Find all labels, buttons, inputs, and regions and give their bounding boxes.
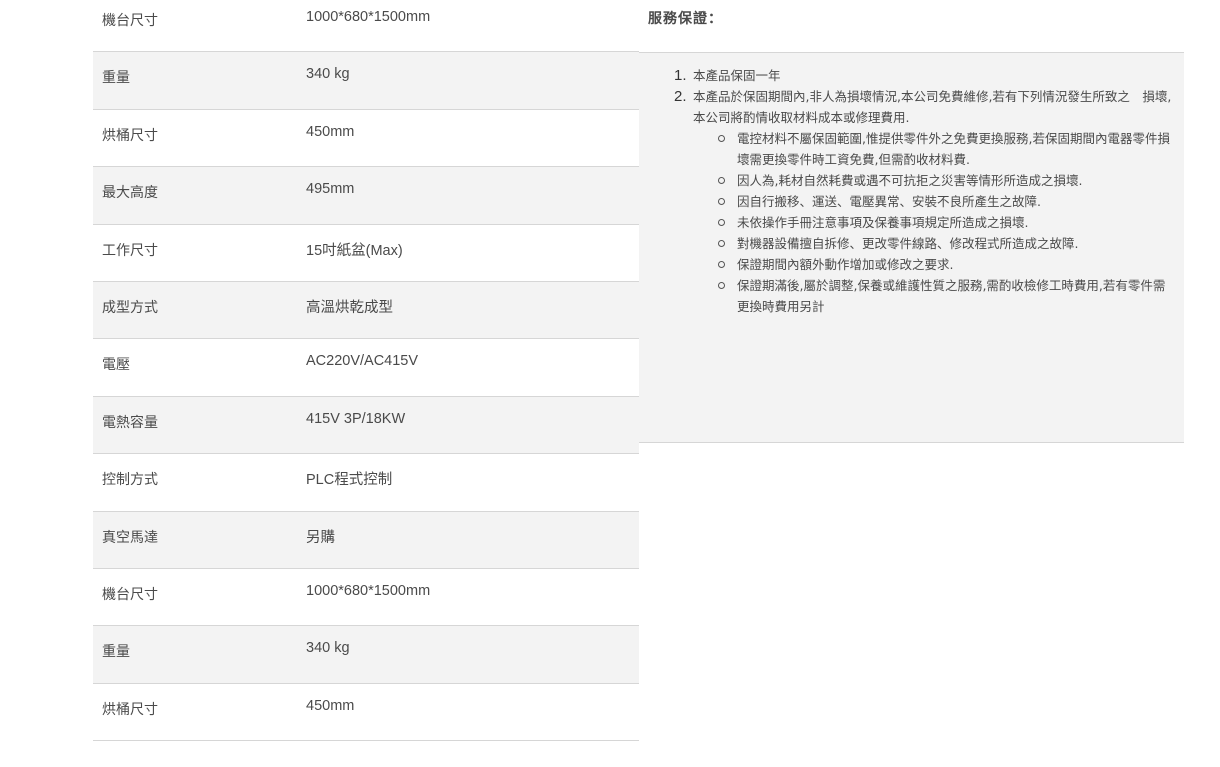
spec-value: 15吋紙盆(Max) <box>306 242 403 259</box>
spec-label: 烘桶尺寸 <box>102 701 158 718</box>
spec-value: 495mm <box>306 181 355 198</box>
warranty-term: 1. 本產品保固一年 <box>674 65 1174 86</box>
exclusion-text: 保證期滿後,屬於調整,保養或維護性質之服務,需酌收檢修工時費用,若有零件需更換時… <box>737 278 1166 314</box>
circle-bullet-icon <box>718 282 725 289</box>
spec-value: AC220V/AC415V <box>306 353 419 370</box>
term-number: 2. <box>674 88 687 105</box>
circle-bullet-icon <box>718 261 725 268</box>
circle-bullet-icon <box>718 135 725 142</box>
spec-row: 機台尺寸 1000*680*1500mm <box>93 0 639 53</box>
term-text: 本產品保固一年 <box>693 68 781 83</box>
spec-value: 高溫烘乾成型 <box>306 299 393 316</box>
spec-label: 成型方式 <box>102 299 158 316</box>
spec-row: 烘桶尺寸 450mm <box>93 684 639 742</box>
spec-value: 450mm <box>306 697 355 714</box>
spec-value: 另購 <box>306 529 335 546</box>
spec-value: 1000*680*1500mm <box>306 582 431 599</box>
spec-value: 340 kg <box>306 640 350 657</box>
spec-label: 機台尺寸 <box>102 586 158 603</box>
exclusion-item: 保證期間內額外動作增加或修改之要求. <box>718 254 1177 275</box>
spec-table: 機台尺寸 1000*680*1500mm 重量 340 kg 烘桶尺寸 450m… <box>93 0 639 742</box>
exclusion-item: 因自行搬移、運送、電壓異常、安裝不良所產生之故障. <box>718 191 1177 212</box>
spec-label: 烘桶尺寸 <box>102 127 158 144</box>
circle-bullet-icon <box>718 240 725 247</box>
spec-row: 烘桶尺寸 450mm <box>93 110 639 168</box>
circle-bullet-icon <box>718 177 725 184</box>
spec-label: 重量 <box>102 644 130 661</box>
spec-row: 重量 340 kg <box>93 626 639 684</box>
spec-label: 電壓 <box>102 357 130 374</box>
spec-label: 真空馬達 <box>102 529 158 546</box>
exclusion-text: 因自行搬移、運送、電壓異常、安裝不良所產生之故障. <box>737 194 1041 209</box>
exclusion-item: 未依操作手冊注意事項及保養事項規定所造成之損壞. <box>718 212 1177 233</box>
circle-bullet-icon <box>718 198 725 205</box>
spec-row: 最大高度 495mm <box>93 167 639 225</box>
spec-value: PLC程式控制 <box>306 472 393 489</box>
spec-label: 重量 <box>102 70 130 87</box>
warranty-panel: 1. 本產品保固一年 2. 本產品於保固期間內,非人為損壞情況,本公司免費維修,… <box>639 52 1184 443</box>
spec-value: 450mm <box>306 123 355 140</box>
spec-row: 電熱容量 415V 3P/18KW <box>93 396 639 455</box>
spec-row: 工作尺寸 15吋紙盆(Max) <box>93 225 639 282</box>
exclusion-text: 保證期間內額外動作增加或修改之要求. <box>737 257 954 272</box>
warranty-term: 2. 本產品於保固期間內,非人為損壞情況,本公司免費維修,若有下列情況發生所致之… <box>674 86 1174 317</box>
spec-label: 工作尺寸 <box>102 242 158 259</box>
spec-value: 1000*680*1500mm <box>306 9 431 25</box>
warranty-section: 服務保證： 1. 本產品保固一年 2. 本產品於保固期間內,非人為損壞情況,本公… <box>639 0 1184 444</box>
term-text: 本產品於保固期間內,非人為損壞情況,本公司免費維修,若有下列情況發生所致之 損壞… <box>693 89 1172 125</box>
warranty-title: 服務保證： <box>648 11 723 27</box>
spec-row: 重量 340 kg <box>93 52 639 110</box>
spec-label: 控制方式 <box>102 472 158 489</box>
spec-row: 機台尺寸 1000*680*1500mm <box>93 569 639 627</box>
spec-label: 最大高度 <box>102 185 158 202</box>
exclusion-text: 對機器設備擅自拆修、更改零件線路、修改程式所造成之故障. <box>737 236 1079 251</box>
spec-row: 真空馬達 另購 <box>93 511 639 569</box>
exclusion-text: 因人為,耗材自然耗費或遇不可抗拒之災害等情形所造成之損壞. <box>737 173 1083 188</box>
warranty-terms-list: 1. 本產品保固一年 2. 本產品於保固期間內,非人為損壞情況,本公司免費維修,… <box>674 65 1174 317</box>
circle-bullet-icon <box>718 219 725 226</box>
exclusion-item: 電控材料不屬保固範圍,惟提供零件外之免費更換服務,若保固期間內電器零件損壞需更換… <box>718 128 1177 170</box>
exclusion-item: 因人為,耗材自然耗費或遇不可抗拒之災害等情形所造成之損壞. <box>718 170 1177 191</box>
spec-row: 電壓 AC220V/AC415V <box>93 339 639 397</box>
spec-row: 成型方式 高溫烘乾成型 <box>93 281 639 340</box>
spec-row: 控制方式 PLC程式控制 <box>93 454 639 512</box>
exclusion-text: 電控材料不屬保固範圍,惟提供零件外之免費更換服務,若保固期間內電器零件損壞需更換… <box>737 131 1170 167</box>
spec-value: 340 kg <box>306 66 350 83</box>
spec-label: 機台尺寸 <box>102 13 158 29</box>
exclusion-text: 未依操作手冊注意事項及保養事項規定所造成之損壞. <box>737 215 1029 230</box>
warranty-exclusions-list: 電控材料不屬保固範圍,惟提供零件外之免費更換服務,若保固期間內電器零件損壞需更換… <box>689 128 1177 317</box>
term-number: 1. <box>674 67 687 84</box>
spec-value: 415V 3P/18KW <box>306 410 406 427</box>
exclusion-item: 保證期滿後,屬於調整,保養或維護性質之服務,需酌收檢修工時費用,若有零件需更換時… <box>718 275 1177 317</box>
spec-label: 電熱容量 <box>102 414 158 431</box>
exclusion-item: 對機器設備擅自拆修、更改零件線路、修改程式所造成之故障. <box>718 233 1177 254</box>
